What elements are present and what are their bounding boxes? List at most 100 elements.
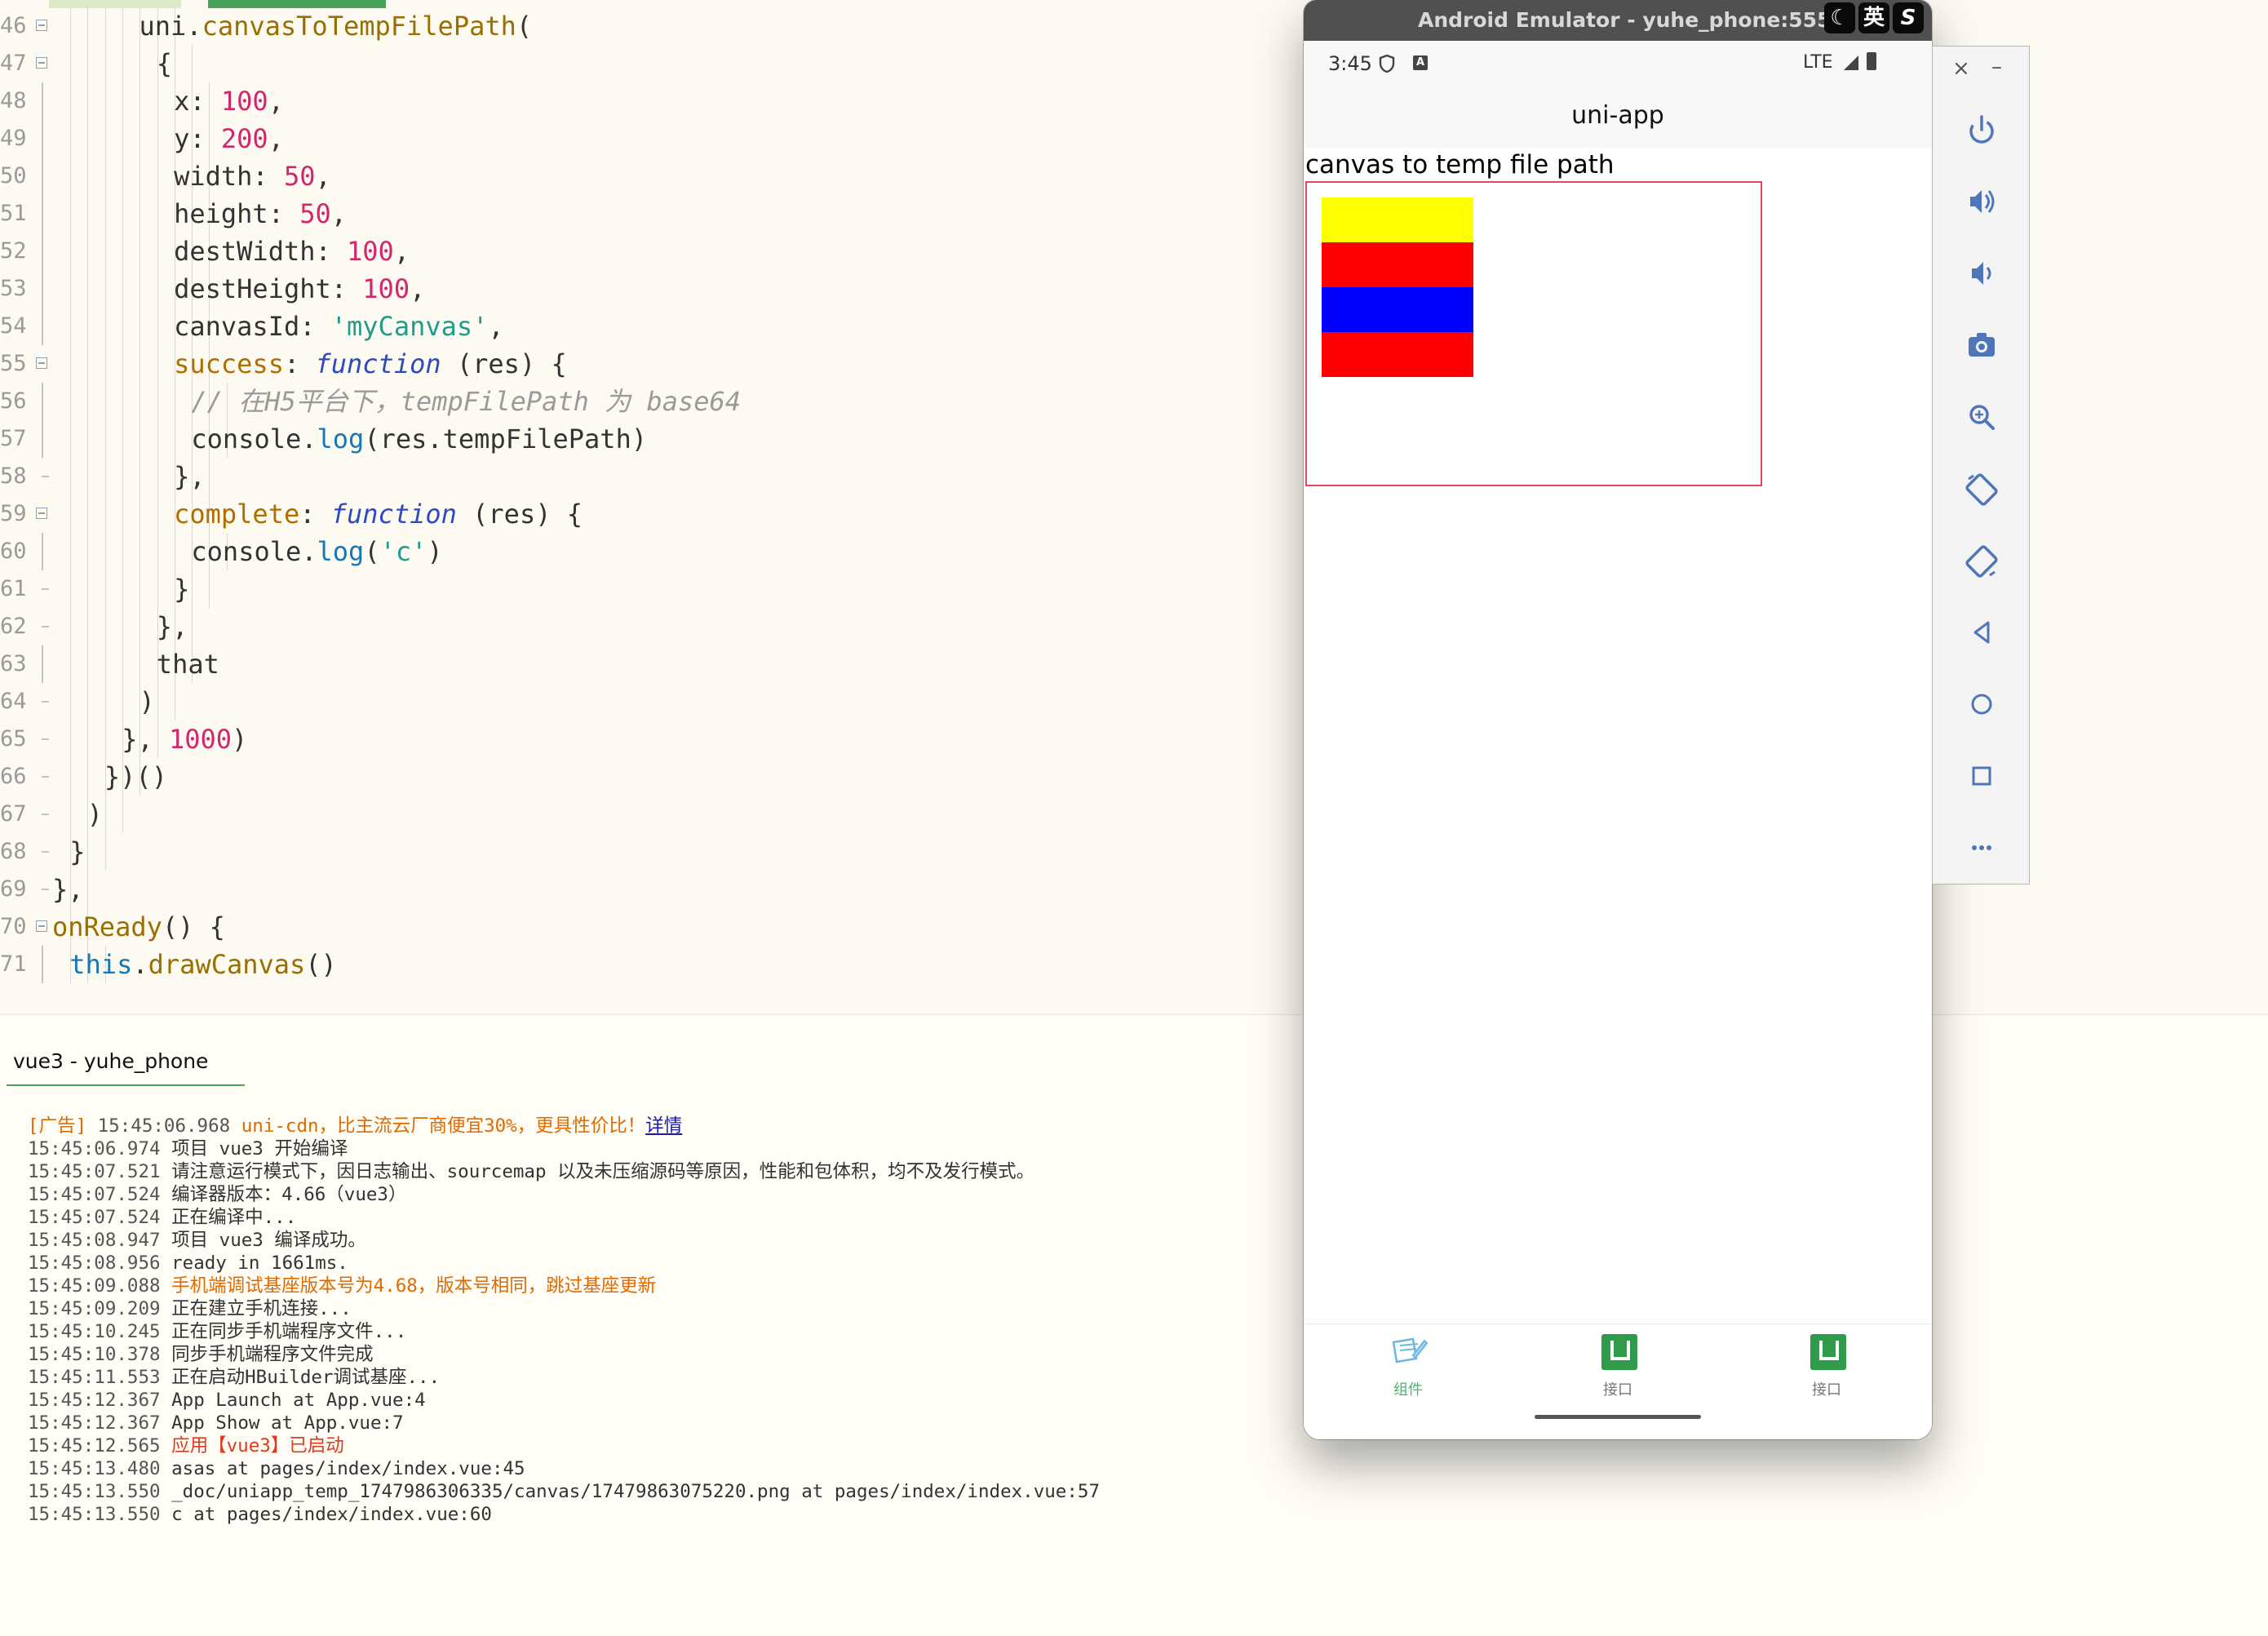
line-number: 53 [0, 276, 27, 301]
code-line[interactable]: 61} [0, 570, 1305, 608]
indent-guide [122, 82, 123, 120]
tab-api[interactable]: 接口 [1513, 1324, 1722, 1406]
indent-guide [70, 645, 71, 683]
indent-guide [122, 533, 123, 570]
code-line[interactable]: 47 { [0, 45, 1305, 82]
more-button[interactable] [1957, 823, 2006, 872]
code-line[interactable]: 50 width: 50, [0, 157, 1305, 195]
indent-guide [87, 270, 89, 308]
canvas-element[interactable] [1305, 181, 1762, 486]
tab-api-2[interactable]: 接口 [1722, 1324, 1931, 1406]
fold-guide [42, 626, 49, 627]
code-text: }, [52, 874, 84, 905]
log-line: 15:45:13.550 _doc/uniapp_temp_1747986306… [28, 1481, 1100, 1502]
indent-guide [87, 120, 89, 157]
code-line[interactable]: 57 console.log(res.tempFilePath) [0, 420, 1305, 458]
home-button[interactable] [1957, 680, 2006, 729]
indent-guide [157, 495, 158, 533]
log-line: 15:45:10.245 正在同步手机端程序文件... [28, 1321, 407, 1342]
code-line[interactable]: 46 uni.canvasToTempFilePath( [0, 7, 1305, 45]
overview-button[interactable] [1957, 751, 2006, 800]
fold-toggle-icon[interactable] [36, 20, 47, 31]
line-number: 49 [0, 126, 27, 151]
indent-guide [157, 420, 158, 458]
fold-guide [42, 420, 43, 458]
code-line[interactable]: 49 y: 200, [0, 120, 1305, 157]
code-line[interactable]: 71 this.drawCanvas() [0, 946, 1305, 983]
fold-toggle-icon[interactable] [36, 920, 47, 932]
indent-guide [122, 645, 123, 683]
code-line[interactable]: 58}, [0, 458, 1305, 495]
indent-guide [70, 345, 71, 383]
code-text: that [156, 649, 219, 680]
code-line[interactable]: 66})() [0, 758, 1305, 796]
rotate-left-button[interactable] [1957, 464, 2006, 513]
code-line[interactable]: 60 console.log('c') [0, 533, 1305, 570]
indent-guide [87, 82, 89, 120]
home-indicator[interactable] [1535, 1415, 1701, 1419]
code-line[interactable]: 63 that [0, 645, 1305, 683]
indent-guide [157, 82, 158, 120]
indent-guide [87, 383, 89, 420]
code-text: complete: function (res) { [174, 499, 583, 530]
volume-down-button[interactable] [1957, 249, 2006, 298]
code-line[interactable]: 68} [0, 833, 1305, 871]
code-line[interactable]: 54 canvasId: 'myCanvas', [0, 308, 1305, 345]
input-method-icon[interactable]: 英 [1858, 2, 1889, 33]
indent-guide [157, 458, 158, 495]
indent-guide [87, 345, 89, 383]
fold-toggle-icon[interactable] [36, 357, 47, 369]
indent-guide [209, 570, 210, 608]
fold-guide [42, 308, 43, 345]
code-line[interactable]: 48 x: 100, [0, 82, 1305, 120]
tab-label: 组件 [1393, 1381, 1423, 1399]
code-line[interactable]: 69}, [0, 871, 1305, 908]
indent-guide [87, 157, 89, 195]
code-line[interactable]: 65}, 1000) [0, 720, 1305, 758]
emulator-titlebar[interactable]: Android Emulator - yuhe_phone:5554 ☾ 英 S [1304, 0, 1932, 41]
indent-guide [87, 570, 89, 608]
indent-guide [157, 570, 158, 608]
fold-toggle-icon[interactable] [36, 508, 47, 519]
code-line[interactable]: 51 height: 50, [0, 195, 1305, 233]
tab-components[interactable]: 组件 [1304, 1324, 1513, 1406]
line-number: 51 [0, 201, 27, 226]
indent-guide [70, 533, 71, 570]
zoom-button[interactable] [1957, 392, 2006, 441]
uni-logo-icon [1601, 1334, 1637, 1370]
power-button[interactable] [1957, 105, 2006, 154]
volume-up-button[interactable] [1957, 177, 2006, 226]
back-icon [1973, 621, 1990, 644]
shield-icon [1379, 54, 1395, 77]
code-line[interactable]: 59 complete: function (res) { [0, 495, 1305, 533]
sogou-icon[interactable]: S [1893, 2, 1924, 33]
console-tab[interactable]: vue3 - yuhe_phone [13, 1049, 208, 1073]
line-number: 56 [0, 388, 27, 414]
code-line[interactable]: 62}, [0, 608, 1305, 645]
indent-guide [70, 7, 71, 45]
log-line: 15:45:13.480 asas at pages/index/index.v… [28, 1458, 525, 1479]
screenshot-button[interactable] [1957, 321, 2006, 370]
log-line: 15:45:10.378 同步手机端程序文件完成 [28, 1344, 374, 1365]
code-line[interactable]: 67) [0, 796, 1305, 833]
back-button[interactable] [1957, 608, 2006, 657]
code-line[interactable]: 52 destWidth: 100, [0, 233, 1305, 270]
indent-guide [122, 308, 123, 345]
code-line[interactable]: 56 // 在H5平台下，tempFilePath 为 base64 [0, 383, 1305, 420]
indent-guide [87, 495, 89, 533]
code-line[interactable]: 70 onReady() { [0, 908, 1305, 946]
fold-toggle-icon[interactable] [36, 57, 47, 69]
indent-guide [104, 345, 106, 383]
code-line[interactable]: 55 success: function (res) { [0, 345, 1305, 383]
moon-icon[interactable]: ☾ [1824, 2, 1855, 33]
details-link[interactable]: 详情 [645, 1115, 682, 1137]
log-line: 15:45:09.209 正在建立手机连接... [28, 1298, 352, 1319]
power-icon [1969, 115, 1994, 144]
code-line[interactable]: 64) [0, 683, 1305, 720]
minimize-icon[interactable]: – [1991, 55, 2002, 79]
fold-guide [42, 476, 49, 477]
close-icon[interactable]: × [1952, 56, 1970, 81]
line-number: 71 [0, 951, 27, 977]
rotate-right-button[interactable] [1957, 536, 2006, 585]
code-line[interactable]: 53 destHeight: 100, [0, 270, 1305, 308]
